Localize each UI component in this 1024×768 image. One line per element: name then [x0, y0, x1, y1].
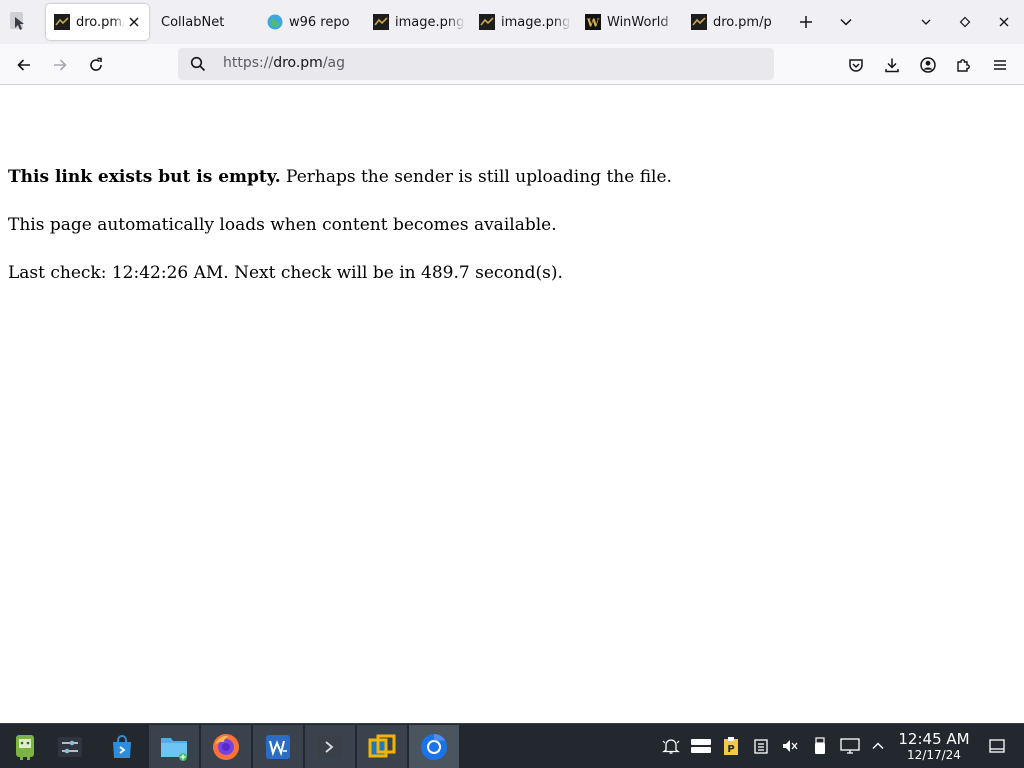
close-window-icon[interactable]: [992, 10, 1016, 34]
clock-date[interactable]: 12/17/24: [896, 748, 972, 762]
tab-image-png-2[interactable]: image.png: [471, 4, 571, 40]
show-desktop-icon[interactable]: [987, 735, 1007, 757]
clipboard-icon[interactable]: P: [721, 735, 741, 757]
list-all-tabs-chevron-icon[interactable]: [834, 10, 858, 34]
pocket-icon[interactable]: [843, 52, 869, 78]
tab-label: dro.pm/ag: [76, 14, 125, 30]
clock-time[interactable]: 12:45 AM: [896, 730, 972, 748]
minimize-chevron-icon[interactable]: [914, 10, 938, 34]
store-icon[interactable]: [97, 725, 147, 768]
terminal-icon[interactable]: [305, 725, 355, 768]
globe-icon: [267, 14, 283, 30]
dro-pm-icon: [54, 14, 70, 30]
reload-icon[interactable]: [83, 52, 109, 78]
forward-arrow-icon[interactable]: [47, 52, 73, 78]
back-arrow-icon[interactable]: [11, 52, 37, 78]
dro-pm-icon: [691, 14, 707, 30]
dro-pm-icon: [373, 14, 389, 30]
tab-image-png-1[interactable]: image.png: [365, 4, 465, 40]
tab-label: image.png: [501, 14, 571, 30]
maximize-icon[interactable]: [953, 10, 977, 34]
status-line-empty: This link exists but is empty. Perhaps t…: [8, 167, 672, 187]
address-bar[interactable]: https://dro.pm/ag: [178, 48, 774, 80]
url-prefix: https://: [223, 55, 274, 71]
volume-muted-icon[interactable]: [780, 735, 800, 757]
extensions-puzzle-icon[interactable]: [951, 52, 977, 78]
tab-label: dro.pm/p: [713, 14, 772, 30]
svg-text:P: P: [727, 744, 734, 755]
close-tab-icon[interactable]: [125, 13, 143, 31]
svg-text:W: W: [586, 17, 600, 30]
url-text[interactable]: https://dro.pm/ag: [223, 55, 345, 71]
tab-w96-repo[interactable]: w96 repo: [259, 4, 359, 40]
url-domain: dro.pm: [273, 55, 323, 71]
task-manager-icon[interactable]: [690, 735, 712, 757]
tab-label: image.png: [395, 14, 465, 30]
firefox-icon[interactable]: [201, 725, 251, 768]
tab-winworld[interactable]: W WinWorld: [577, 4, 677, 40]
downloads-icon[interactable]: [879, 52, 905, 78]
android-app-icon[interactable]: [0, 725, 50, 768]
notification-bell-icon[interactable]: [661, 735, 681, 757]
empty-link-heading: This link exists but is empty.: [8, 167, 281, 187]
page-content: This link exists but is empty. Perhaps t…: [0, 85, 1024, 723]
tab-label: w96 repo: [289, 14, 350, 30]
winworld-icon: W: [585, 14, 601, 30]
empty-link-explanation: Perhaps the sender is still uploading th…: [280, 167, 672, 187]
tab-dro-pm-p[interactable]: dro.pm/p: [683, 4, 783, 40]
tab-strip: dro.pm/ag CollabNet w96 repo image.png i…: [0, 0, 1024, 44]
network-icon[interactable]: [840, 735, 860, 757]
chromium-icon[interactable]: [409, 725, 459, 768]
url-path: /ag: [322, 55, 346, 71]
firefox-view-icon[interactable]: [6, 9, 30, 33]
dro-pm-icon: [479, 14, 495, 30]
tray-expand-icon[interactable]: [868, 735, 888, 757]
file-manager-icon[interactable]: [149, 725, 199, 768]
new-tab-icon[interactable]: [794, 10, 818, 34]
navigation-toolbar: https://dro.pm/ag: [0, 44, 1024, 85]
tab-label: CollabNet: [161, 14, 225, 30]
settings-sliders-icon[interactable]: [45, 725, 95, 768]
hamburger-menu-icon[interactable]: [987, 52, 1013, 78]
virtualbox-icon[interactable]: [357, 725, 407, 768]
search-icon: [190, 56, 206, 72]
usb-icon[interactable]: [810, 735, 830, 757]
taskbar: P 12:45 AM 12/17/24: [0, 723, 1024, 768]
last-check-status: Last check: 12:42:26 AM. Next check will…: [8, 263, 563, 283]
auto-load-notice: This page automatically loads when conte…: [8, 215, 557, 235]
tab-label: WinWorld: [607, 14, 669, 30]
account-icon[interactable]: [915, 52, 941, 78]
tab-collabnet[interactable]: CollabNet: [153, 4, 253, 40]
tab-dro-pm-ag[interactable]: dro.pm/ag: [46, 4, 149, 40]
storage-icon[interactable]: [751, 735, 771, 757]
wps-writer-icon[interactable]: [253, 725, 303, 768]
